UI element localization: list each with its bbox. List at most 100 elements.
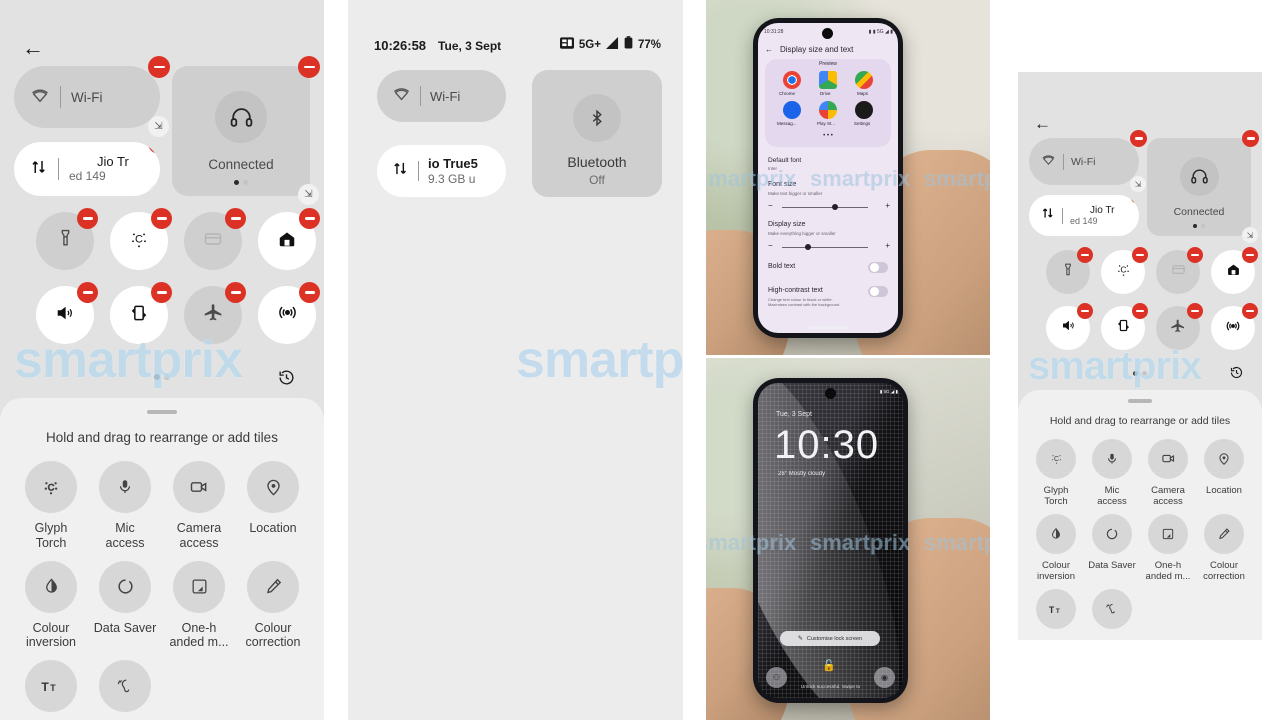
tile-glyph-torch[interactable]: C <box>1101 247 1148 294</box>
add-tile-item[interactable]: One-h anded m... <box>162 560 236 651</box>
add-tile-item[interactable]: Colour correction <box>236 560 310 651</box>
quick-settings-edit-right-panel: ← Wi-Fi ⇲ Connected ⇲ Jio Tr ed 149 ⇲ C … <box>1018 72 1262 640</box>
font-size-increase[interactable]: + <box>885 201 890 210</box>
font-size-slider[interactable] <box>782 207 868 208</box>
qs-page-dots[interactable] <box>0 374 324 380</box>
glyph-torch-icon: C <box>1115 261 1132 283</box>
tile-flashlight[interactable] <box>36 208 98 270</box>
remove-tile-auto-rotate[interactable] <box>151 282 172 303</box>
remove-tile-flashlight[interactable] <box>77 208 98 229</box>
remove-tile-glyph-torch[interactable] <box>1132 247 1148 263</box>
display-size-increase[interactable]: + <box>885 241 890 250</box>
remove-tile-home[interactable] <box>1242 247 1258 263</box>
add-tile-item[interactable]: Data Saver <box>88 560 162 651</box>
font-size-slider-knob[interactable] <box>832 204 838 210</box>
tile-media-connected[interactable]: Connected ⇲ <box>172 56 320 205</box>
tile-media-connected[interactable]: Connected ⇲ <box>1147 130 1259 243</box>
resize-handle-data[interactable]: ⇲ <box>1130 227 1139 236</box>
tile-volume[interactable] <box>1046 303 1093 350</box>
status-bar-right: 5G+ 77% <box>559 36 661 54</box>
history-reset-icon[interactable] <box>277 368 296 392</box>
tile-volume[interactable] <box>36 282 98 344</box>
back-button[interactable]: ← <box>22 34 50 62</box>
display-size-slider-knob[interactable] <box>805 244 811 250</box>
location-pin-icon <box>247 461 299 513</box>
tile-glyph-torch[interactable]: C <box>110 208 172 270</box>
add-tile-item[interactable] <box>1084 589 1140 635</box>
remove-tile-hotspot[interactable] <box>299 282 320 303</box>
customise-lock-screen-button[interactable]: ✎ Customise lock screen <box>780 631 880 646</box>
bold-text-toggle[interactable] <box>868 262 888 273</box>
sheet-grabber[interactable] <box>1128 399 1152 403</box>
unlock-icon: 🔓 <box>822 660 836 672</box>
remove-tile-wifi[interactable] <box>148 56 170 78</box>
tile-hotspot[interactable] <box>1211 303 1258 350</box>
remove-tile-wifi[interactable] <box>1130 130 1147 147</box>
remove-tile-wallet[interactable] <box>225 208 246 229</box>
tile-hotspot[interactable] <box>258 282 320 344</box>
add-tile-item[interactable]: Colour correction <box>1196 513 1252 582</box>
add-tile-item[interactable]: TT <box>14 660 88 720</box>
tile-sublabel-data: 9.3 GB u <box>428 171 476 186</box>
add-tile-item[interactable]: TT <box>1028 589 1084 635</box>
tile-wifi[interactable]: Wi-Fi ⇲ <box>1029 130 1147 192</box>
tile-divider <box>60 86 61 108</box>
tile-mobile-data[interactable]: Jio Tr ed 149 ⇲ <box>1029 195 1139 236</box>
tile-mobile-data[interactable]: Jio Tr ed 149 ⇲ <box>14 142 160 196</box>
tile-wifi[interactable]: Wi-Fi ⇲ <box>14 56 170 137</box>
add-tile-item[interactable]: C Glyph Torch <box>14 461 88 551</box>
add-tile-item[interactable] <box>88 660 162 720</box>
screen-back-icon[interactable]: ← <box>765 45 773 54</box>
resize-handle-media[interactable]: ⇲ <box>298 184 319 205</box>
remove-tile-flashlight[interactable] <box>1077 247 1093 263</box>
tile-wallet[interactable] <box>184 208 246 270</box>
resize-handle-media[interactable]: ⇲ <box>1242 227 1258 243</box>
remove-tile-wallet[interactable] <box>1187 247 1203 263</box>
history-reset-icon[interactable] <box>1229 365 1244 385</box>
add-tile-item[interactable]: One-h anded m... <box>1140 513 1196 582</box>
remove-tile-volume[interactable] <box>77 282 98 303</box>
add-tile-item[interactable]: Mic access <box>88 461 162 551</box>
svg-text:T: T <box>1048 605 1054 615</box>
tile-wallet[interactable] <box>1156 247 1203 294</box>
add-tile-item[interactable]: Colour inversion <box>14 560 88 651</box>
svg-text:C: C <box>135 233 143 245</box>
remove-tile-hotspot[interactable] <box>1242 303 1258 319</box>
tile-aeroplane-mode[interactable] <box>1156 303 1203 350</box>
add-tile-item[interactable]: Colour inversion <box>1028 513 1084 582</box>
high-contrast-text-toggle[interactable] <box>868 286 888 297</box>
add-tile-item[interactable]: Mic access <box>1084 438 1140 507</box>
remove-tile-aeroplane-mode[interactable] <box>1187 303 1203 319</box>
add-tile-item[interactable]: Camera access <box>1140 438 1196 507</box>
back-button[interactable]: ← <box>1034 112 1056 134</box>
remove-tile-volume[interactable] <box>1077 303 1093 319</box>
resize-handle-wifi[interactable]: ⇲ <box>148 116 169 137</box>
sheet-grabber[interactable] <box>147 410 177 414</box>
remove-tile-auto-rotate[interactable] <box>1132 303 1148 319</box>
remove-tile-media[interactable] <box>1242 130 1259 147</box>
display-size-slider[interactable] <box>782 247 868 248</box>
font-size-decrease[interactable]: − <box>768 201 773 210</box>
add-tile-item[interactable]: Data Saver <box>1084 513 1140 582</box>
tile-home[interactable] <box>258 208 320 270</box>
add-tile-item[interactable]: C Glyph Torch <box>1028 438 1084 507</box>
resize-handle-wifi[interactable]: ⇲ <box>1130 176 1146 192</box>
remove-tile-media[interactable] <box>298 56 320 78</box>
tile-home[interactable] <box>1211 247 1258 294</box>
add-tile-item[interactable]: Camera access <box>162 461 236 551</box>
qs-page-dots[interactable] <box>1018 371 1262 376</box>
tile-bluetooth[interactable]: Bluetooth Off <box>532 70 662 197</box>
tile-wifi[interactable]: Wi-Fi <box>377 70 506 122</box>
display-size-decrease[interactable]: − <box>768 241 773 250</box>
add-tile-item[interactable]: Location <box>236 461 310 551</box>
tile-flashlight[interactable] <box>1046 247 1093 294</box>
tile-auto-rotate[interactable] <box>110 282 172 344</box>
tile-aeroplane-mode[interactable] <box>184 282 246 344</box>
remove-tile-glyph-torch[interactable] <box>151 208 172 229</box>
tile-auto-rotate[interactable] <box>1101 303 1148 350</box>
remove-tile-home[interactable] <box>299 208 320 229</box>
battery-percent: 77% <box>637 39 661 51</box>
add-tile-item[interactable]: Location <box>1196 438 1252 507</box>
shade-data-tile[interactable]: io True5 9.3 GB u <box>377 145 506 197</box>
remove-tile-aeroplane-mode[interactable] <box>225 282 246 303</box>
